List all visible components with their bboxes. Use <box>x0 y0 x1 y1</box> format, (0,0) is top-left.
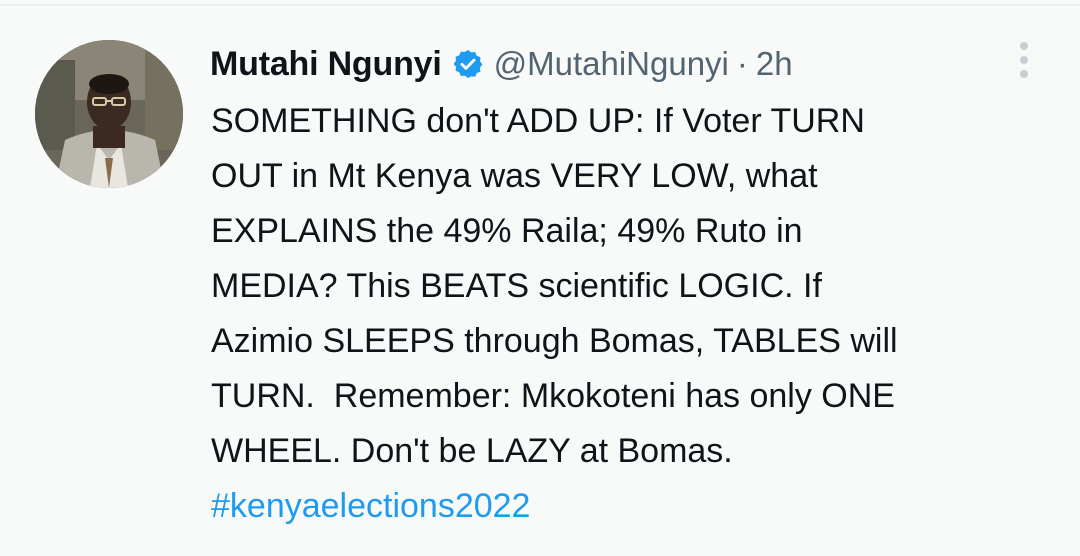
tweet-text-line: WHEEL. Don't be LAZY at Bomas. <box>211 432 733 470</box>
tweet-text-line: Azimio SLEEPS through Bomas, TABLES will <box>211 322 898 360</box>
tweet-header: Mutahi Ngunyi @MutahiNgunyi · 2h <box>210 42 793 86</box>
more-dot <box>1020 56 1028 64</box>
tweet-time[interactable]: 2h <box>756 45 793 83</box>
author-name[interactable]: Mutahi Ngunyi <box>210 45 442 84</box>
tweet-text-line: SOMETHING don't ADD UP: If Voter TURN <box>211 102 865 140</box>
author-handle[interactable]: @MutahiNgunyi <box>494 45 729 83</box>
avatar-photo <box>35 40 183 188</box>
separator-dot: · <box>736 45 748 82</box>
tweet-text-line: OUT in Mt Kenya was VERY LOW, what <box>211 157 818 195</box>
tweet-text-line: EXPLAINS the 49% Raila; 49% Ruto in <box>211 212 803 250</box>
tweet-text: SOMETHING don't ADD UP: If Voter TURN OU… <box>211 94 1051 534</box>
more-dot <box>1020 42 1028 50</box>
avatar[interactable] <box>35 40 183 188</box>
more-options-icon[interactable] <box>1012 40 1036 80</box>
more-dot <box>1020 70 1028 78</box>
tweet-text-line: TURN. Remember: Mkokoteni has only ONE <box>211 377 895 415</box>
tweet-card[interactable]: Mutahi Ngunyi @MutahiNgunyi · 2h SOMETHI… <box>0 0 1080 556</box>
verified-badge-icon <box>452 48 484 80</box>
hashtag-link[interactable]: #kenyaelections2022 <box>211 479 1051 534</box>
tweet-text-line: MEDIA? This BEATS scientific LOGIC. If <box>211 267 822 305</box>
top-divider <box>0 4 1080 6</box>
